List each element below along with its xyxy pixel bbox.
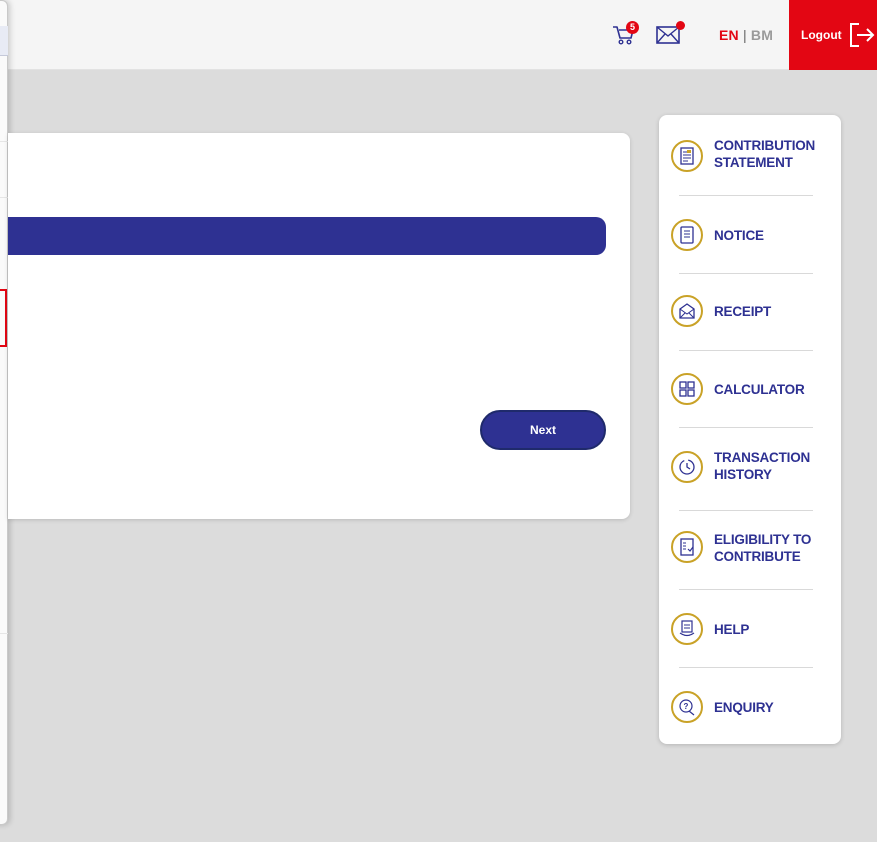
quick-menu-eligibility[interactable]: ELIGIBILITY TO CONTRIBUTE [659,529,841,575]
side-drawer-panel [0,0,8,825]
enquiry-icon: ? [671,691,703,723]
quick-menu-label: ENQUIRY [714,700,774,715]
drawer-divider [0,197,8,198]
notice-icon [671,219,703,251]
drawer-highlighted-field[interactable] [0,289,7,347]
quick-menu-divider [679,427,813,428]
calculator-icon [671,373,703,405]
quick-menu-transaction-history[interactable]: TRANSACTION HISTORY [659,449,841,495]
next-button[interactable]: Next [480,410,606,450]
quick-menu: CONTRIBUTION STATEMENT NOTICE RECEIPT CA… [659,115,841,744]
drawer-header-field [0,26,8,56]
quick-menu-label: CALCULATOR [714,382,805,397]
quick-menu-label: ELIGIBILITY TO CONTRIBUTE [714,532,812,564]
quick-menu-label: RECEIPT [714,304,772,319]
cart-count-badge: 5 [626,21,639,34]
messages-button[interactable] [656,21,686,47]
receipt-icon [671,295,703,327]
language-switcher: EN | BM [719,27,773,43]
quick-menu-label: HELP [714,622,750,637]
top-header: 5 EN | BM Logout [0,0,877,70]
lang-bm[interactable]: BM [751,27,773,43]
quick-menu-calculator[interactable]: CALCULATOR [659,371,841,407]
cart-button[interactable]: 5 [612,21,640,48]
quick-menu-contribution-statement[interactable]: CONTRIBUTION STATEMENT [659,133,841,179]
drawer-divider [0,633,8,634]
statement-icon [671,140,703,172]
logout-label: Logout [801,28,842,42]
quick-menu-divider [679,195,813,196]
quick-menu-receipt[interactable]: RECEIPT [659,293,841,329]
lang-en[interactable]: EN [719,27,739,43]
logout-icon [850,23,875,47]
quick-menu-help[interactable]: HELP [659,611,841,647]
section-header-bar [8,217,606,255]
eligibility-icon [671,531,703,563]
logout-button[interactable]: Logout [789,0,877,70]
lang-separator: | [742,27,747,43]
notification-dot [676,21,685,30]
quick-menu-enquiry[interactable]: ? ENQUIRY [659,689,841,725]
quick-menu-notice[interactable]: NOTICE [659,217,841,253]
quick-menu-label: TRANSACTION HISTORY [714,450,811,482]
quick-menu-divider [679,667,813,668]
help-icon [671,613,703,645]
quick-menu-divider [679,510,813,511]
history-icon [671,451,703,483]
quick-menu-divider [679,350,813,351]
quick-menu-divider [679,273,813,274]
svg-text:?: ? [684,702,689,711]
drawer-divider [0,141,8,142]
quick-menu-label: NOTICE [714,228,764,243]
quick-menu-divider [679,589,813,590]
quick-menu-label: CONTRIBUTION STATEMENT [714,138,816,170]
main-card: Next [8,133,630,519]
